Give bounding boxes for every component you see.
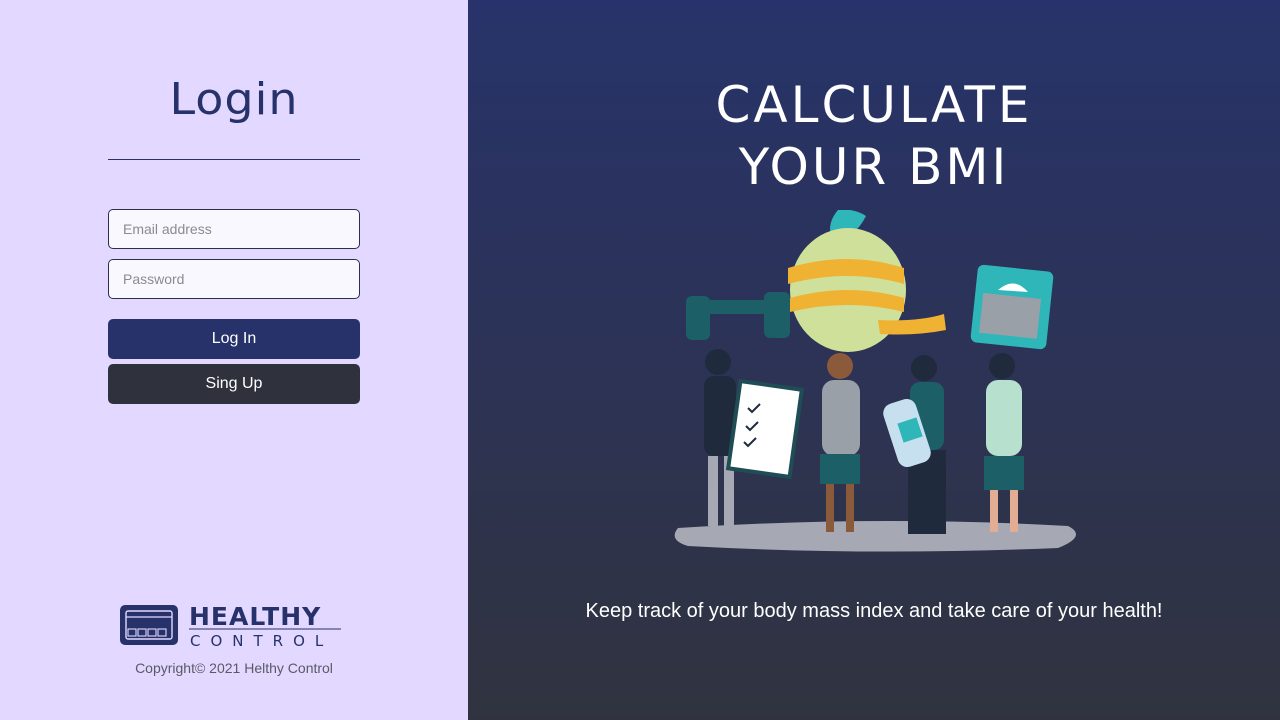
- apple-icon: [788, 210, 946, 352]
- person-apple-figure: [820, 353, 860, 532]
- person-scale-figure: [984, 353, 1024, 532]
- scale-icon: [120, 605, 178, 645]
- login-panel: Login Log In Sing Up HEALTHY CONTROL Cop…: [0, 0, 468, 720]
- bathroom-scale-icon: [970, 264, 1054, 350]
- login-title: Login: [169, 73, 299, 125]
- headline-line-2: YOUR BMI: [738, 138, 1010, 196]
- hero-headline: CALCULATE YOUR BMI: [468, 74, 1280, 198]
- healthy-control-logo: HEALTHY CONTROL: [120, 602, 341, 649]
- copyright-text: Copyright© 2021 Helthy Control: [135, 660, 333, 676]
- person-bottle-figure: [883, 355, 946, 534]
- login-button[interactable]: Log In: [108, 319, 360, 359]
- title-divider: [108, 159, 360, 160]
- dumbbell-icon: [686, 292, 790, 340]
- email-field[interactable]: [108, 209, 360, 249]
- signup-button[interactable]: Sing Up: [108, 364, 360, 404]
- hero-tagline: Keep track of your body mass index and t…: [585, 600, 1163, 622]
- logo-text-top: HEALTHY: [189, 602, 321, 631]
- person-clipboard-figure: [704, 349, 805, 526]
- logo-text-bottom: CONTROL: [190, 632, 333, 649]
- fitness-people-illustration: [674, 210, 1076, 552]
- password-field[interactable]: [108, 259, 360, 299]
- headline-line-1: CALCULATE: [715, 76, 1033, 134]
- hero-panel: CALCULATE YOUR BMI Keep track of your bo…: [468, 0, 1280, 720]
